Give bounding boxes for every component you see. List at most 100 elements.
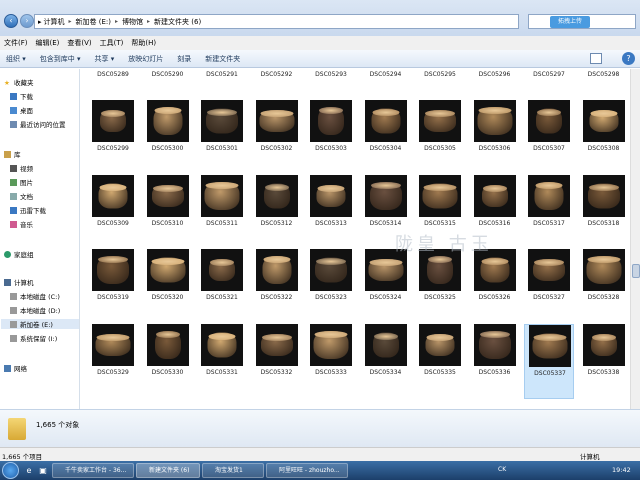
file-item[interactable]: DSC05333	[306, 324, 356, 399]
back-button[interactable]: ‹	[4, 14, 18, 28]
sidebar-item-desktop[interactable]: 桌面	[10, 105, 33, 115]
sidebar-item-drive-c[interactable]: 本地磁盘 (C:)	[10, 291, 60, 301]
sidebar-network[interactable]: 网络	[4, 363, 27, 373]
sidebar-item-drive-d[interactable]: 本地磁盘 (D:)	[10, 305, 60, 315]
vertical-scrollbar[interactable]	[630, 69, 640, 409]
crumb-drive[interactable]: 新加卷 (E:)	[76, 17, 111, 27]
taskbar-item-explorer[interactable]: 新建文件夹 (6)	[136, 463, 200, 478]
file-item[interactable]: DSC05305	[415, 100, 465, 175]
file-item[interactable]: DSC05290	[143, 69, 193, 81]
file-item[interactable]: DSC05317	[524, 175, 574, 250]
file-item[interactable]: DSC05297	[524, 69, 574, 81]
sidebar-item-recent[interactable]: 最近访问的位置	[10, 119, 66, 129]
crumb-museum[interactable]: 博物馆	[122, 17, 143, 27]
menu-view[interactable]: 查看(V)	[67, 38, 91, 48]
file-item[interactable]: DSC05295	[415, 69, 465, 81]
new-folder-button[interactable]: 新建文件夹	[205, 54, 240, 64]
file-item[interactable]: DSC05331	[197, 324, 247, 399]
file-item[interactable]: DSC05300	[143, 100, 193, 175]
file-item[interactable]: DSC05326	[470, 249, 520, 324]
file-item[interactable]: DSC05309	[88, 175, 138, 250]
menu-file[interactable]: 文件(F)	[4, 38, 28, 48]
input-method-indicator[interactable]: CK	[498, 466, 506, 473]
file-item[interactable]: DSC05291	[197, 69, 247, 81]
sidebar-item-videos[interactable]: 视频	[10, 163, 33, 173]
file-item[interactable]: DSC05332	[252, 324, 302, 399]
crumb-separator[interactable]: ▸	[69, 18, 72, 25]
file-item[interactable]: DSC05318	[579, 175, 629, 250]
forward-button[interactable]: ›	[20, 14, 34, 28]
file-item[interactable]: DSC05303	[306, 100, 356, 175]
burn-button[interactable]: 刻录	[177, 54, 191, 64]
file-item[interactable]: DSC05321	[197, 249, 247, 324]
file-item[interactable]: DSC05334	[361, 324, 411, 399]
sidebar-item-drive-e[interactable]: 新加卷 (E:)	[1, 319, 79, 329]
file-item[interactable]: DSC05328	[579, 249, 629, 324]
file-item[interactable]: DSC05301	[197, 100, 247, 175]
file-item[interactable]: DSC05313	[306, 175, 356, 250]
file-item[interactable]: DSC05320	[143, 249, 193, 324]
file-item[interactable]: DSC05293	[306, 69, 356, 81]
file-item[interactable]: DSC05289	[88, 69, 138, 81]
include-in-library-button[interactable]: 包含到库中 ▾	[40, 54, 81, 64]
file-item[interactable]: DSC05294	[361, 69, 411, 81]
sidebar-item-downloads[interactable]: 下载	[10, 91, 33, 101]
file-item[interactable]: DSC05337	[524, 324, 574, 399]
sidebar-item-documents[interactable]: 文档	[10, 191, 33, 201]
file-item[interactable]: DSC05307	[524, 100, 574, 175]
address-input[interactable]: ▸ 计算机 ▸ 新加卷 (E:) ▸ 博物馆 ▸ 新建文件夹 (6)	[34, 14, 519, 29]
file-item[interactable]: DSC05296	[470, 69, 520, 81]
share-button[interactable]: 共享 ▾	[95, 54, 115, 64]
file-item[interactable]: DSC05311	[197, 175, 247, 250]
menu-tools[interactable]: 工具(T)	[100, 38, 124, 48]
help-icon[interactable]: ?	[622, 52, 635, 65]
file-item[interactable]: DSC05330	[143, 324, 193, 399]
file-item[interactable]: DSC05323	[306, 249, 356, 324]
file-item[interactable]: DSC05324	[361, 249, 411, 324]
file-item[interactable]: DSC05327	[524, 249, 574, 324]
file-item[interactable]: DSC05336	[470, 324, 520, 399]
file-item[interactable]: DSC05319	[88, 249, 138, 324]
taskbar-item-qianniu[interactable]: 千牛卖家工作台 - 36...	[52, 463, 134, 478]
file-item[interactable]: DSC05322	[252, 249, 302, 324]
sidebar-item-music[interactable]: 音乐	[10, 219, 33, 229]
taskbar-item-taobao[interactable]: 淘宝发货1	[202, 463, 264, 478]
clock[interactable]: 19:42	[612, 466, 631, 474]
menu-help[interactable]: 帮助(H)	[131, 38, 156, 48]
taskbar-explorer-icon[interactable]: ▣	[36, 463, 50, 478]
crumb-separator[interactable]: ▸	[147, 18, 150, 25]
pottery-rim	[101, 110, 125, 117]
file-item[interactable]: DSC05312	[252, 175, 302, 250]
sidebar-computer[interactable]: 计算机	[4, 277, 34, 287]
file-item[interactable]: DSC05304	[361, 100, 411, 175]
file-item[interactable]: DSC05308	[579, 100, 629, 175]
menu-edit[interactable]: 编辑(E)	[36, 38, 60, 48]
file-item[interactable]: DSC05310	[143, 175, 193, 250]
sidebar-item-pictures[interactable]: 图片	[10, 177, 33, 187]
scrollbar-thumb[interactable]	[632, 264, 640, 278]
slideshow-button[interactable]: 放映幻灯片	[128, 54, 163, 64]
drag-upload-button[interactable]: 拓拽上传	[550, 16, 590, 28]
file-item[interactable]: DSC05298	[579, 69, 629, 81]
file-item[interactable]: DSC05306	[470, 100, 520, 175]
sidebar-favorites[interactable]: ★ 收藏夹	[4, 77, 34, 88]
sidebar-item-drive-i[interactable]: 系统保留 (I:)	[10, 333, 57, 343]
file-item[interactable]: DSC05302	[252, 100, 302, 175]
file-item[interactable]: DSC05335	[415, 324, 465, 399]
organize-button[interactable]: 组织 ▾	[6, 54, 26, 64]
file-item[interactable]: DSC05329	[88, 324, 138, 399]
crumb-computer[interactable]: 计算机	[44, 17, 65, 27]
taskbar-item-wangwang[interactable]: 阿里旺旺 - zhouzho...	[266, 463, 348, 478]
sidebar-libraries[interactable]: 库	[4, 149, 21, 159]
file-item[interactable]: DSC05299	[88, 100, 138, 175]
start-button[interactable]	[2, 462, 19, 479]
file-item[interactable]: DSC05325	[415, 249, 465, 324]
crumb-separator[interactable]: ▸	[115, 18, 118, 25]
sidebar-item-thunder[interactable]: 迅雷下载	[10, 205, 46, 215]
sidebar-homegroup[interactable]: 家庭组	[4, 249, 34, 259]
taskbar-ie-icon[interactable]: e	[22, 463, 36, 478]
file-item[interactable]: DSC05338	[579, 324, 629, 399]
file-item[interactable]: DSC05292	[252, 69, 302, 81]
view-options-icon[interactable]	[590, 53, 602, 64]
crumb-current-folder[interactable]: 新建文件夹 (6)	[154, 17, 201, 27]
